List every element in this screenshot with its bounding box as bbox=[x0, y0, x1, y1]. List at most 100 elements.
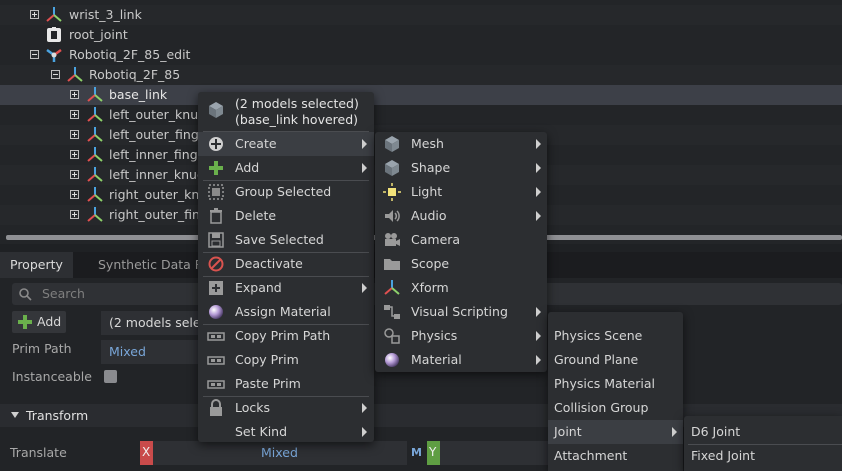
expand-icon[interactable] bbox=[70, 150, 79, 159]
submenu-arrow-icon bbox=[536, 307, 541, 317]
menu-item-physics[interactable]: Physics bbox=[375, 324, 547, 348]
submenu-arrow-icon bbox=[362, 427, 367, 437]
collapse-arrow-icon bbox=[11, 412, 19, 418]
xform-axes-icon bbox=[87, 87, 103, 102]
instanceable-checkbox[interactable] bbox=[104, 370, 117, 383]
menu-item-material[interactable]: Material bbox=[375, 348, 547, 372]
expand-icon[interactable] bbox=[70, 90, 79, 99]
physics-icon bbox=[384, 328, 400, 344]
tree-label: left_outer_finge bbox=[109, 127, 207, 142]
search-icon bbox=[19, 288, 32, 301]
menu-item-deactivate[interactable]: Deactivate bbox=[198, 252, 374, 276]
menu-item-create[interactable]: Create bbox=[198, 132, 374, 156]
menu-item-paste-prim[interactable]: Paste Prim bbox=[198, 372, 374, 396]
submenu-arrow-icon bbox=[362, 163, 367, 173]
tree-row-left-outer-knuckle[interactable]: left_outer_knuc bbox=[0, 105, 842, 125]
tree-row-wrist-3-link[interactable]: wrist_3_link bbox=[0, 5, 842, 25]
copy-prim-icon bbox=[207, 356, 225, 365]
menu-item-physics-scene[interactable]: Physics Scene bbox=[548, 324, 683, 348]
collapse-icon[interactable] bbox=[30, 50, 39, 59]
material-sphere-icon bbox=[209, 305, 223, 319]
green-plus-icon bbox=[209, 161, 223, 175]
menu-item-shape[interactable]: Shape bbox=[375, 156, 547, 180]
menu-item-audio[interactable]: Audio bbox=[375, 204, 547, 228]
menu-item-camera[interactable]: Camera bbox=[375, 228, 547, 252]
tree-row-root-joint[interactable]: root_joint bbox=[0, 25, 842, 45]
add-button[interactable]: Add bbox=[12, 311, 66, 333]
menu-item-scope[interactable]: Scope bbox=[375, 252, 547, 276]
tree-row-robotiq-edit[interactable]: Robotiq_2F_85_edit bbox=[0, 45, 842, 65]
tree-row-robotiq[interactable]: Robotiq_2F_85 bbox=[0, 65, 842, 85]
tree-row-base-link[interactable]: base_link bbox=[0, 85, 842, 105]
expand-icon[interactable] bbox=[70, 110, 79, 119]
menu-item-delete[interactable]: Delete bbox=[198, 204, 374, 228]
joint-submenu: D6 Joint Fixed Joint bbox=[684, 416, 842, 471]
collapse-icon[interactable] bbox=[51, 70, 60, 79]
menu-item-visual-scripting[interactable]: Visual Scripting bbox=[375, 300, 547, 324]
menu-item-fixed-joint[interactable]: Fixed Joint bbox=[684, 444, 842, 468]
menu-item-light[interactable]: Light bbox=[375, 180, 547, 204]
search-placeholder: Search bbox=[42, 286, 85, 301]
camera-icon bbox=[385, 233, 400, 246]
tab-property[interactable]: Property bbox=[0, 252, 73, 278]
xform-axes-icon bbox=[87, 167, 103, 182]
instanceable-label: Instanceable bbox=[12, 369, 92, 384]
audio-icon bbox=[385, 210, 400, 222]
light-icon bbox=[383, 183, 401, 201]
menu-item-xform[interactable]: Xform bbox=[375, 276, 547, 300]
expand-icon[interactable] bbox=[70, 190, 79, 199]
cube-icon bbox=[209, 102, 223, 118]
xform-axes-icon bbox=[87, 107, 103, 122]
menu-item-d6-joint[interactable]: D6 Joint bbox=[684, 420, 842, 444]
tree-label: left_outer_knuc bbox=[109, 107, 206, 122]
lock-icon bbox=[210, 399, 222, 416]
y-axis-tag: Y bbox=[427, 441, 440, 465]
translate-y-field[interactable] bbox=[440, 441, 550, 465]
menu-item-physics-material[interactable]: Physics Material bbox=[548, 372, 683, 396]
menu-item-attachment[interactable]: Attachment bbox=[548, 444, 683, 468]
expand-icon[interactable] bbox=[70, 210, 79, 219]
menu-item-copy-prim-path[interactable]: Copy Prim Path bbox=[198, 324, 374, 348]
menu-item-copy-prim[interactable]: Copy Prim bbox=[198, 348, 374, 372]
menu-item-add[interactable]: Add bbox=[198, 156, 374, 180]
translate-x-field[interactable]: Mixed bbox=[153, 441, 407, 465]
x-axis-tag: X bbox=[140, 441, 153, 465]
submenu-arrow-icon bbox=[536, 211, 541, 221]
menu-item-assign-material[interactable]: Assign Material bbox=[198, 300, 374, 324]
tree-label: right_outer_knu bbox=[109, 187, 208, 202]
expand-icon[interactable] bbox=[70, 130, 79, 139]
save-icon bbox=[208, 232, 224, 248]
joint-icon bbox=[47, 27, 61, 42]
expand-icon bbox=[209, 281, 223, 295]
paste-prim-icon bbox=[207, 380, 225, 389]
group-icon bbox=[208, 184, 224, 200]
menu-header-line2: (base_link hovered) bbox=[235, 112, 359, 127]
tree-label: root_joint bbox=[69, 27, 128, 42]
tree-label: base_link bbox=[109, 87, 168, 102]
prim-path-field[interactable]: Mixed bbox=[101, 340, 201, 364]
context-menu: (2 models selected) (base_link hovered) … bbox=[198, 92, 374, 442]
prim-path-value: Mixed bbox=[109, 344, 146, 359]
expand-icon[interactable] bbox=[70, 170, 79, 179]
submenu-arrow-icon bbox=[536, 355, 541, 365]
submenu-arrow-icon bbox=[536, 139, 541, 149]
expand-icon[interactable] bbox=[30, 10, 39, 19]
tree-label: wrist_3_link bbox=[69, 7, 142, 22]
models-selected-field[interactable]: (2 models selec bbox=[101, 311, 207, 335]
menu-item-save-selected[interactable]: Save Selected bbox=[198, 228, 374, 252]
menu-item-joint[interactable]: Joint bbox=[548, 420, 683, 444]
menu-item-locks[interactable]: Locks bbox=[198, 396, 374, 420]
menu-item-expand[interactable]: Expand bbox=[198, 276, 374, 300]
submenu-arrow-icon bbox=[536, 163, 541, 173]
submenu-arrow-icon bbox=[362, 403, 367, 413]
menu-item-set-kind[interactable]: Set Kind bbox=[198, 420, 374, 444]
mixed-indicator: M bbox=[411, 446, 422, 459]
copy-path-icon bbox=[207, 332, 225, 341]
menu-item-ground-plane[interactable]: Ground Plane bbox=[548, 348, 683, 372]
menu-item-group-selected[interactable]: Group Selected bbox=[198, 180, 374, 204]
tree-label: right_outer_fing bbox=[109, 207, 208, 222]
mesh-icon bbox=[385, 136, 399, 152]
menu-item-collision-group[interactable]: Collision Group bbox=[548, 396, 683, 420]
models-selected-text: (2 models selec bbox=[109, 315, 208, 330]
menu-item-mesh[interactable]: Mesh bbox=[375, 132, 547, 156]
